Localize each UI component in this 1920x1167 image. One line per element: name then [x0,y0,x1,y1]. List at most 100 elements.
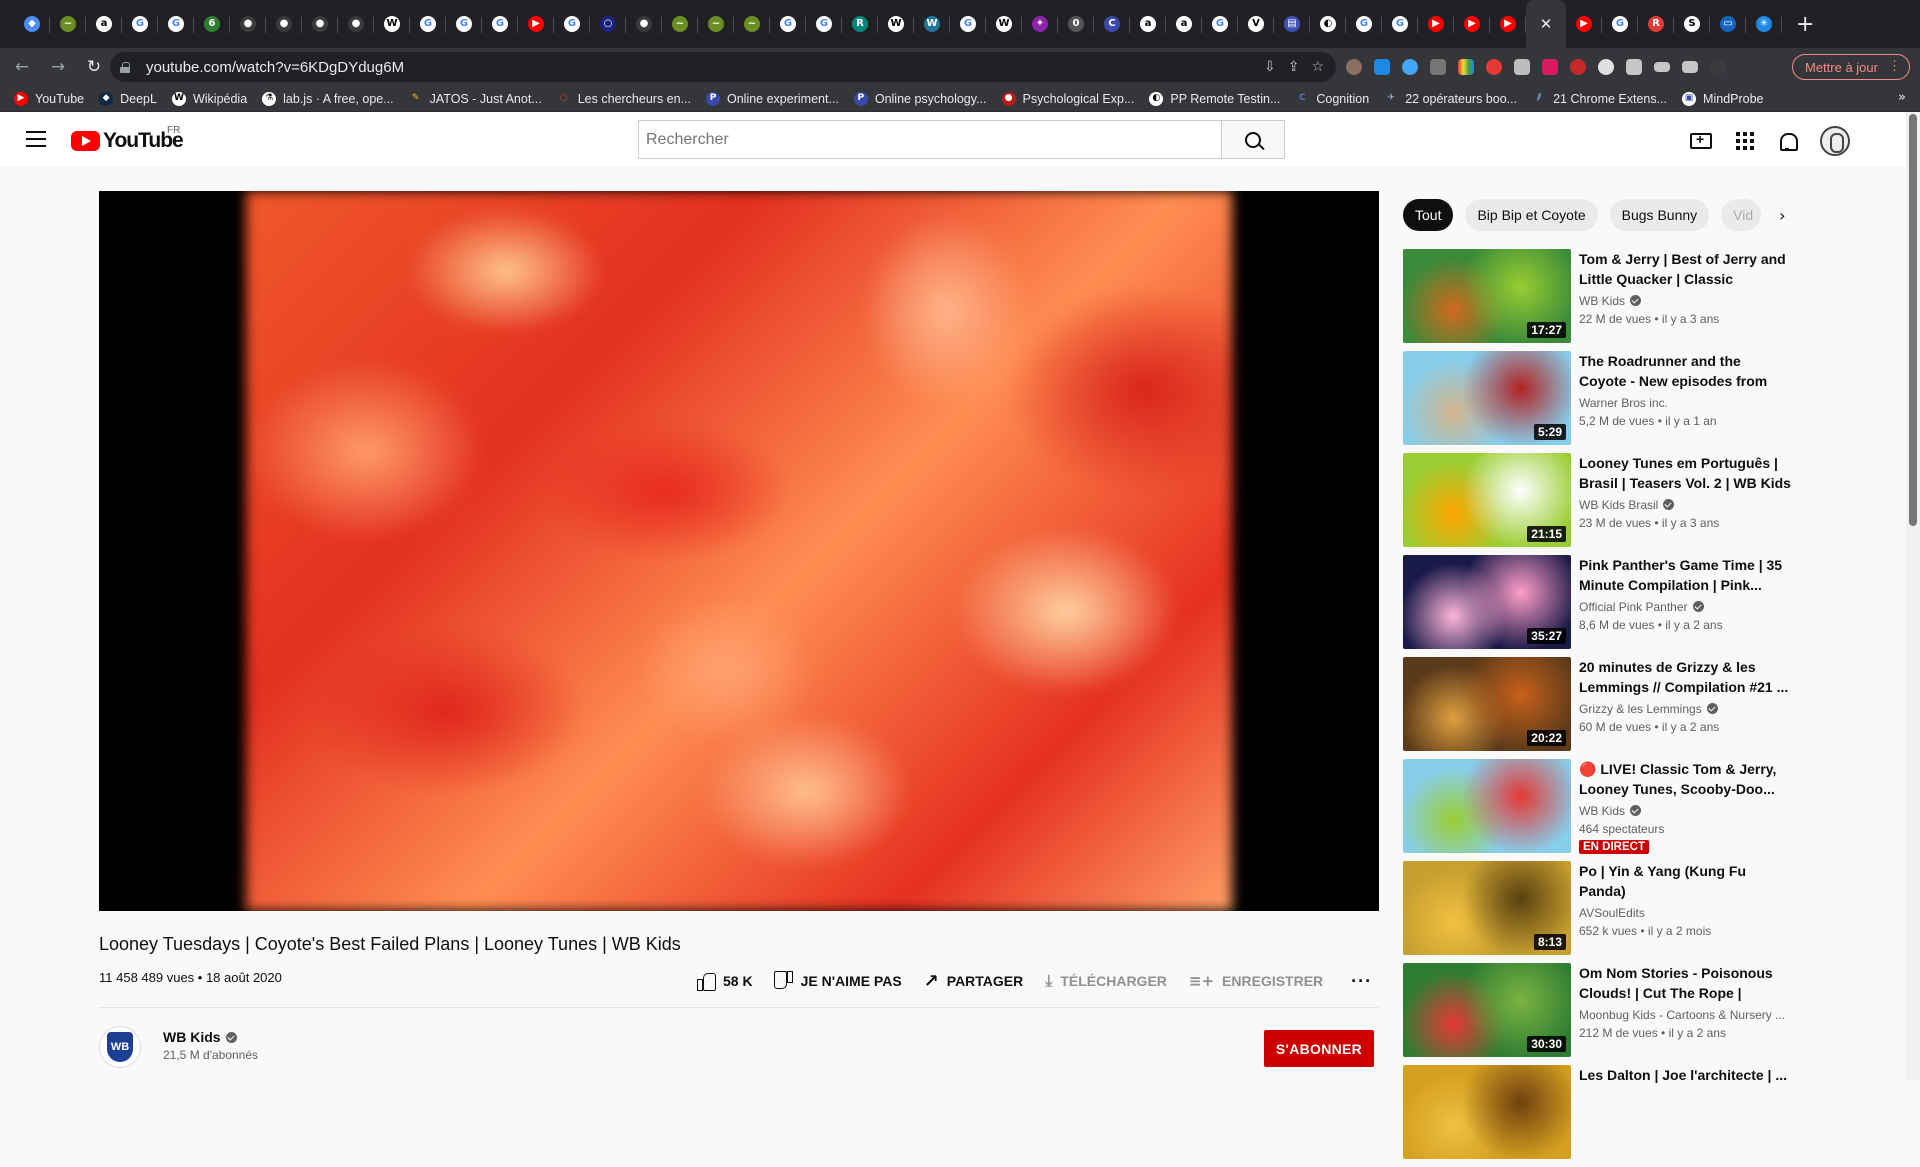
browser-tab[interactable]: ◐ [1310,0,1346,48]
browser-tab[interactable]: G [1602,0,1638,48]
bookmark-star-icon[interactable]: ☆ [1311,59,1324,75]
browser-tab[interactable]: a [1166,0,1202,48]
bookmark-item[interactable]: ● Psychological Exp... [1001,91,1134,106]
extension-gem-icon[interactable] [1402,59,1418,75]
extension-shield-icon[interactable] [1374,59,1390,75]
recommended-video[interactable]: 8:13 Po | Yin & Yang (Kung Fu Panda) AVSou… [1403,861,1791,955]
install-icon[interactable]: ⇩ [1264,59,1276,75]
search-button[interactable] [1221,120,1285,159]
video-frame[interactable] [246,191,1232,911]
apps-grid-icon[interactable] [1736,132,1754,150]
video-player[interactable] [99,191,1379,911]
menu-dots-icon[interactable]: ⋮ [1888,58,1901,74]
recommended-channel-name[interactable]: WB Kids Brasil [1579,498,1658,512]
browser-tab[interactable]: ● [626,0,662,48]
recommended-channel[interactable]: Grizzy & les Lemmings [1579,702,1791,716]
video-thumbnail[interactable]: 35:27 [1403,555,1571,649]
browser-tab[interactable]: ~ [662,0,698,48]
browser-tab[interactable]: ▶ [1454,0,1490,48]
download-button[interactable]: ⤓ TÉLÉCHARGER [1045,971,1167,991]
bookmark-item[interactable]: ◆ DeepL [99,91,157,106]
bookmark-item[interactable]: P Online psychology... [853,91,987,106]
browser-tab[interactable]: G [410,0,446,48]
recommended-video[interactable]: 17:27 Tom & Jerry | Best of Jerry and Lit… [1403,249,1791,343]
share-button[interactable]: ↗ PARTAGER [924,971,1024,992]
recommended-channel[interactable]: Official Pink Panther [1579,600,1791,614]
extensions-puzzle-icon[interactable] [1626,59,1642,75]
address-bar[interactable]: youtube.com/watch?v=6KDgDYdug6M ⇩ ⇪ ☆ [110,52,1336,82]
reading-list-icon[interactable] [1654,62,1670,72]
bookmarks-overflow-icon[interactable]: » [1898,90,1906,105]
recommended-title[interactable]: Pink Panther's Game Time | 35 Minute Com… [1579,555,1791,595]
bookmark-item[interactable]: ⫽ 21 Chrome Extens... [1532,91,1667,106]
extension-owl-icon[interactable] [1346,59,1362,75]
browser-tab[interactable]: ● [302,0,338,48]
bookmark-item[interactable]: ○ Les chercheurs en... [556,91,691,106]
browser-tab[interactable]: W [374,0,410,48]
recommended-video[interactable]: Les Dalton | Joe l'architecte | ... [1403,1065,1791,1159]
browser-tab[interactable]: G [770,0,806,48]
browser-tab[interactable]: a [1130,0,1166,48]
bookmark-item[interactable]: ✎ JATOS - Just Anot... [408,91,542,106]
recommended-title[interactable]: Tom & Jerry | Best of Jerry and Little Q… [1579,249,1791,289]
update-chrome-button[interactable]: Mettre à jour ⋮ [1792,54,1910,80]
youtube-logo[interactable]: YouTube FR [71,125,184,153]
recommended-video[interactable]: 30:30 Om Nom Stories - Poisonous Clouds! … [1403,963,1791,1057]
browser-tab[interactable]: ▶ [518,0,554,48]
recommended-title[interactable]: 🔴 LIVE! Classic Tom & Jerry, Looney Tune… [1579,759,1791,799]
extension-people-icon[interactable] [1542,59,1558,75]
recommended-channel[interactable]: WB Kids [1579,804,1791,818]
browser-tab[interactable]: ● [230,0,266,48]
browser-tab[interactable]: 6 [194,0,230,48]
recommended-video[interactable]: 5:29 The Roadrunner and the Coyote - New … [1403,351,1791,445]
recommended-channel-name[interactable]: Grizzy & les Lemmings [1579,702,1702,716]
browser-tab[interactable]: V [1238,0,1274,48]
browser-tab[interactable]: G [806,0,842,48]
recommended-channel[interactable]: AVSoulEdits [1579,906,1791,920]
extension-abp-icon[interactable] [1570,59,1586,75]
filter-chip[interactable]: Tout [1403,199,1454,231]
browser-tab[interactable]: R [842,0,878,48]
close-tab-icon[interactable]: ✕ [1540,15,1553,33]
forward-button[interactable]: → [40,57,76,77]
browser-tab[interactable]: ▭ [1710,0,1746,48]
browser-tab[interactable]: G [554,0,590,48]
video-thumbnail[interactable]: 8:13 [1403,861,1571,955]
video-thumbnail[interactable]: 5:29 [1403,351,1571,445]
browser-tab[interactable]: ● [338,0,374,48]
extension-chat-icon[interactable] [1598,59,1614,75]
recommended-title[interactable]: 20 minutes de Grizzy & les Lemmings // C… [1579,657,1791,697]
url-text[interactable]: youtube.com/watch?v=6KDgDYdug6M [146,59,404,76]
extension-eye-icon[interactable] [1486,59,1502,75]
browser-tab[interactable]: S [1674,0,1710,48]
browser-tab[interactable]: G [1382,0,1418,48]
channel-name[interactable]: WB Kids [163,1029,237,1045]
browser-tab[interactable]: a [86,0,122,48]
bookmark-item[interactable]: P Online experiment... [706,91,839,106]
browser-tab[interactable]: ~ [698,0,734,48]
subscribe-button[interactable]: S'ABONNER [1264,1030,1374,1067]
recommended-title[interactable]: Om Nom Stories - Poisonous Clouds! | Cut… [1579,963,1791,1003]
browser-tab[interactable]: ~ [50,0,86,48]
recommended-video[interactable]: 🔴 LIVE! Classic Tom & Jerry, Looney Tune… [1403,759,1791,854]
channel-avatar[interactable]: WB [99,1026,141,1068]
browser-tab[interactable]: G [482,0,518,48]
browser-tab[interactable]: G [1346,0,1382,48]
filter-chip[interactable]: Vid [1721,199,1762,231]
create-video-icon[interactable] [1690,131,1712,149]
browser-tab[interactable]: G [1202,0,1238,48]
reload-button[interactable]: ↻ [76,57,112,77]
recommended-title[interactable]: Looney Tunes em Português | Brasil | Tea… [1579,453,1791,493]
browser-tab[interactable]: ~ [734,0,770,48]
browser-tab[interactable]: ▶ [1418,0,1454,48]
recommended-channel-name[interactable]: AVSoulEdits [1579,906,1645,920]
browser-tab[interactable]: ✦ [1022,0,1058,48]
browser-tab[interactable]: W [986,0,1022,48]
bookmark-item[interactable]: ▣ MindProbe [1682,91,1764,106]
recommended-channel-name[interactable]: Warner Bros inc. [1579,396,1668,410]
browser-tab[interactable]: G [158,0,194,48]
browser-tab[interactable]: R [1638,0,1674,48]
new-tab-button[interactable]: + [1796,12,1814,37]
filter-chip[interactable]: Bip Bip et Coyote [1465,199,1598,231]
tab-active-youtube[interactable]: ✕ [1526,0,1566,48]
